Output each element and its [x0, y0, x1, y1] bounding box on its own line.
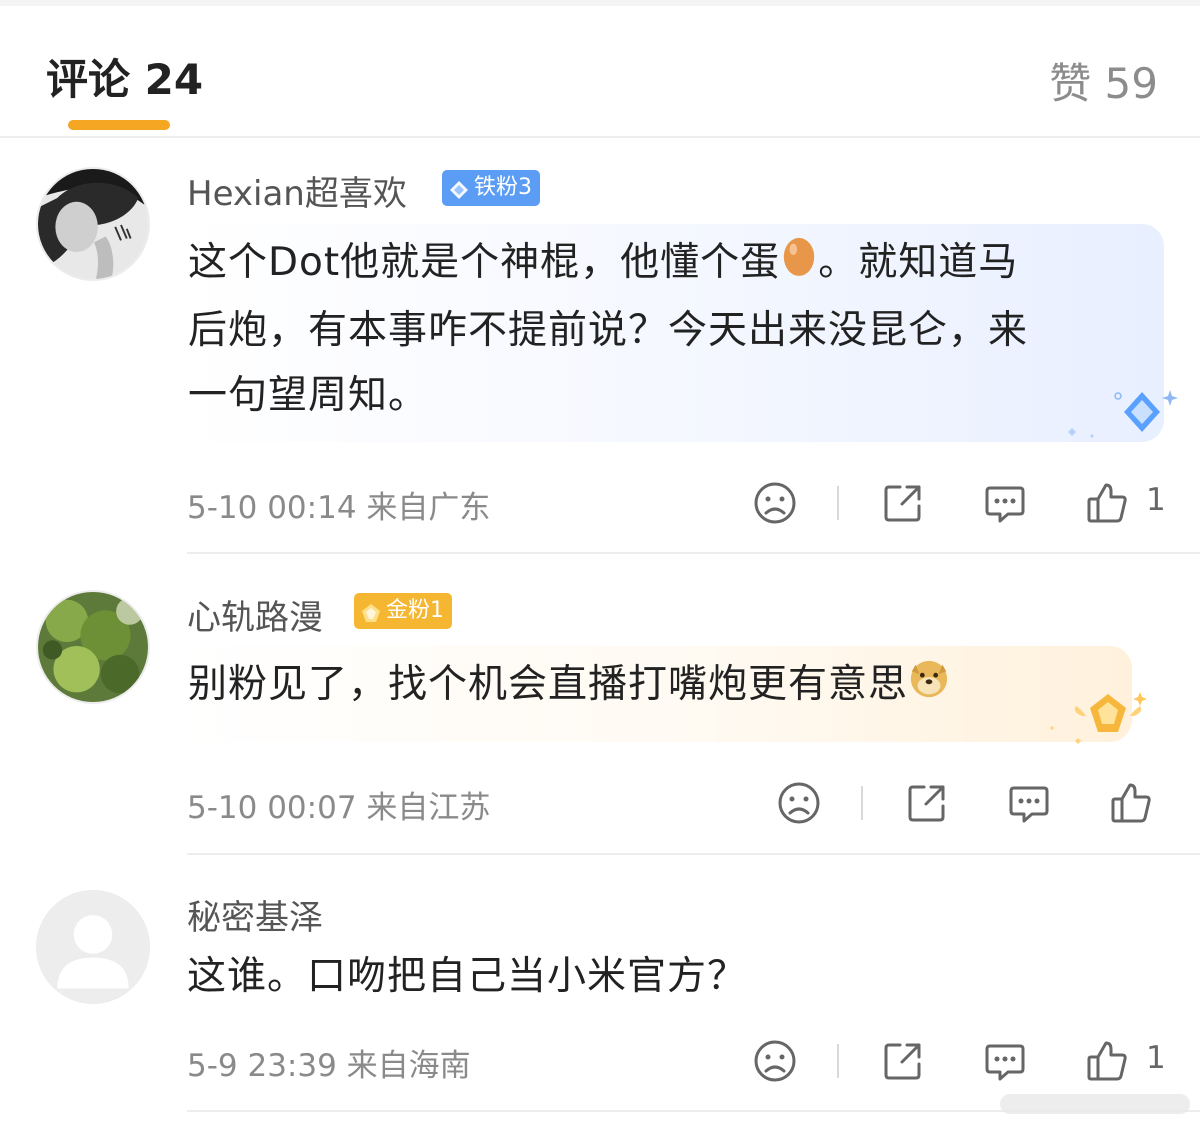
fan-badge[interactable]: 金粉1	[354, 593, 452, 629]
sad-face-icon	[754, 482, 796, 524]
iron-fan-decoration-icon	[1062, 384, 1182, 446]
share-icon	[884, 1043, 921, 1080]
thumbs-up-icon	[1087, 483, 1127, 523]
like-button[interactable]	[1108, 780, 1154, 826]
home-indicator	[1000, 1094, 1190, 1114]
dislike-button[interactable]	[752, 1038, 798, 1084]
share-icon	[908, 785, 945, 822]
tab-likes[interactable]: 赞 59	[1049, 50, 1158, 111]
share-button[interactable]	[904, 780, 950, 826]
sad-face-icon	[778, 782, 820, 824]
username[interactable]: Hexian超喜欢	[187, 166, 407, 215]
dislike-button[interactable]	[752, 480, 798, 526]
action-separator	[837, 1044, 839, 1078]
username[interactable]: 秘密基泽	[187, 890, 323, 939]
share-button[interactable]	[880, 1038, 926, 1084]
comment-icon	[985, 486, 1025, 523]
tab-active-indicator	[68, 120, 170, 130]
like-count: 1	[1146, 482, 1166, 518]
gem-icon	[360, 600, 382, 622]
tab-comments[interactable]: 评论 24	[46, 46, 203, 107]
egg-emoji	[780, 232, 818, 298]
gold-fan-decoration-icon	[1042, 686, 1152, 748]
fan-badge-label: 铁粉3	[474, 175, 532, 200]
comment-text-line: 这个Dot他就是个神棍，他懂个蛋	[188, 240, 781, 285]
comment-meta: 5-10 00:07 来自江苏	[187, 790, 491, 826]
like-count: 1	[1146, 1040, 1166, 1076]
doge-emoji	[908, 654, 950, 719]
reply-button[interactable]	[982, 1038, 1028, 1084]
dislike-button[interactable]	[776, 780, 822, 826]
username[interactable]: 心轨路漫	[187, 590, 323, 639]
avatar-photo-icon	[38, 592, 148, 702]
comment-text-line: 一句望周知。	[188, 372, 429, 418]
action-separator	[861, 786, 863, 820]
reply-button[interactable]	[982, 480, 1028, 526]
avatar[interactable]	[36, 890, 150, 1004]
comment-text: 这谁。口吻把自己当小米官方？	[187, 954, 748, 999]
comment-text-line: 。就知道马	[818, 240, 1019, 285]
comment-text-line: 后炮，有本事咋不提前说？今天出来没昆仑，来	[188, 307, 1029, 353]
comment-divider	[187, 552, 1200, 554]
default-avatar-icon	[38, 892, 148, 1002]
diamond-icon	[448, 177, 470, 199]
fan-badge[interactable]: 铁粉3	[442, 170, 540, 206]
thumbs-up-icon	[1087, 1041, 1127, 1081]
reply-button[interactable]	[1006, 780, 1052, 826]
comments-header: 评论 24 赞 59	[0, 6, 1200, 138]
avatar[interactable]	[36, 590, 150, 704]
comment-meta: 5-10 00:14 来自广东	[187, 490, 491, 526]
fan-badge-label: 金粉1	[386, 598, 444, 623]
avatar[interactable]	[36, 167, 150, 281]
comment-meta: 5-9 23:39 来自海南	[187, 1048, 471, 1084]
like-button[interactable]	[1084, 480, 1130, 526]
share-icon	[884, 485, 921, 522]
avatar-photo-icon	[38, 169, 148, 279]
comment-bubble: 这个Dot他就是个神棍，他懂个蛋 。就知道马 后炮，有本事咋不提前说？今天出来没昆…	[180, 224, 1164, 442]
comment-icon	[1009, 786, 1049, 823]
comment-text: 这个Dot他就是个神棍，他懂个蛋 。就知道马 后炮，有本事咋不提前说？今天出来没昆…	[188, 230, 1156, 428]
comment-divider	[187, 853, 1200, 855]
comment-text: 别粉见了，找个机会直播打嘴炮更有意思	[188, 652, 1124, 719]
like-button[interactable]	[1084, 1038, 1130, 1084]
comment-text-line: 别粉见了，找个机会直播打嘴炮更有意思	[188, 662, 909, 707]
action-separator	[837, 486, 839, 520]
thumbs-up-icon	[1111, 783, 1151, 823]
comment-bubble: 别粉见了，找个机会直播打嘴炮更有意思	[180, 646, 1132, 742]
share-button[interactable]	[880, 480, 926, 526]
sad-face-icon	[754, 1040, 796, 1082]
comment-icon	[985, 1044, 1025, 1081]
